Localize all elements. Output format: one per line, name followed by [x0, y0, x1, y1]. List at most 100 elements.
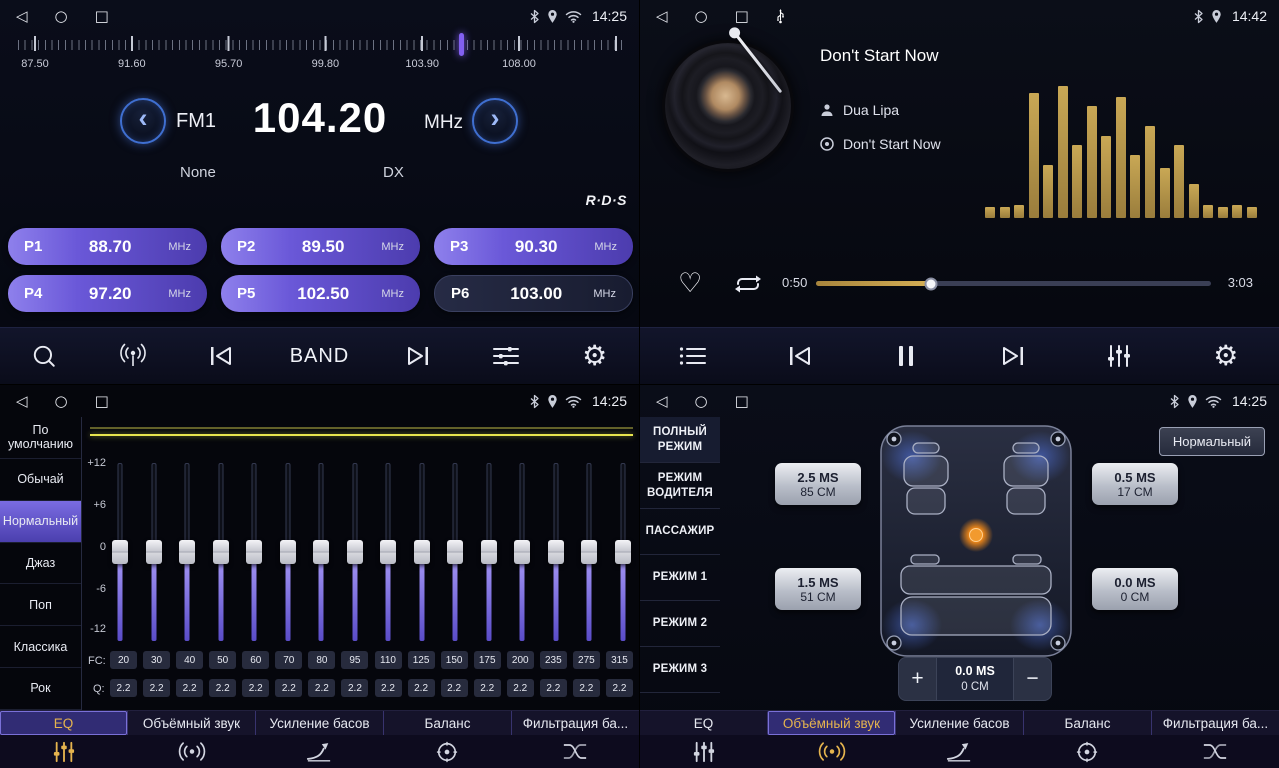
eq-band-slider[interactable] [613, 463, 633, 641]
eq-preset-item[interactable]: Рок [0, 668, 81, 710]
eq-slider-handle[interactable] [179, 540, 195, 564]
back-button[interactable]: ◁ [656, 9, 668, 24]
home-button[interactable]: ○ [695, 9, 708, 24]
surround-sound-icon[interactable] [128, 735, 256, 768]
eq-preset-item[interactable]: Поп [0, 584, 81, 626]
tab-crossover-filter[interactable]: Фильтрация ба... [511, 711, 639, 735]
eq-band-slider[interactable] [412, 463, 432, 641]
eq-band-slider[interactable] [311, 463, 331, 641]
eq-band-slider[interactable] [445, 463, 465, 641]
eq-preset-item[interactable]: Нормальный [0, 501, 81, 543]
bass-boost-icon[interactable] [256, 735, 384, 768]
eq-sliders-icon[interactable] [0, 735, 128, 768]
eq-slider-handle[interactable] [581, 540, 597, 564]
delay-front-right-button[interactable]: 0.5 MS 17 CM [1092, 463, 1178, 505]
balance-icon[interactable] [1023, 735, 1151, 768]
tab-balance[interactable]: Баланс [1023, 711, 1151, 735]
eq-slider-handle[interactable] [246, 540, 262, 564]
playlist-icon[interactable] [673, 345, 713, 367]
eq-slider-handle[interactable] [414, 540, 430, 564]
eq-preset-item[interactable]: Обычай [0, 459, 81, 501]
increase-delay-button[interactable]: + [899, 658, 937, 700]
eq-preset-item[interactable]: Джаз [0, 543, 81, 585]
settings-gear-icon[interactable]: ⚙ [575, 342, 615, 370]
balance-icon[interactable] [383, 735, 511, 768]
previous-track-icon[interactable] [201, 345, 241, 367]
tab-surround-sound[interactable]: Объёмный звук [767, 711, 895, 735]
eq-band-slider[interactable] [244, 463, 264, 641]
sound-mode-item[interactable]: РЕЖИМ 3 [640, 647, 720, 693]
eq-slider-handle[interactable] [112, 540, 128, 564]
eq-slider-handle[interactable] [615, 540, 631, 564]
eq-slider-handle[interactable] [213, 540, 229, 564]
eq-band-slider[interactable] [378, 463, 398, 641]
preset-button-p1[interactable]: P188.70MHz [8, 228, 207, 265]
pause-icon[interactable] [886, 344, 926, 368]
tab-eq[interactable]: EQ [640, 711, 767, 735]
sound-mode-item[interactable]: РЕЖИМ 1 [640, 555, 720, 601]
surround-sound-icon[interactable] [768, 735, 896, 768]
back-button[interactable]: ◁ [16, 394, 28, 409]
recents-button[interactable]: □ [735, 9, 749, 24]
tab-balance[interactable]: Баланс [383, 711, 511, 735]
back-button[interactable]: ◁ [16, 9, 28, 24]
previous-track-icon[interactable] [780, 345, 820, 367]
preset-button-p3[interactable]: P390.30MHz [434, 228, 633, 265]
tab-bass-boost[interactable]: Усиление басов [255, 711, 383, 735]
eq-sliders-icon[interactable] [640, 735, 768, 768]
band-button[interactable]: BAND [290, 345, 350, 368]
eq-band-slider[interactable] [144, 463, 164, 641]
eq-preset-item[interactable]: Классика [0, 626, 81, 668]
eq-slider-handle[interactable] [313, 540, 329, 564]
frequency-ruler[interactable]: 87.5091.6095.7099.80103.90108.00 [18, 36, 622, 80]
eq-preset-item[interactable]: По умолчанию [0, 417, 81, 459]
sound-mode-item[interactable]: ПОЛНЫЙ РЕЖИМ [640, 417, 720, 463]
home-button[interactable]: ○ [55, 394, 68, 409]
tab-bass-boost[interactable]: Усиление басов [895, 711, 1023, 735]
tune-up-button[interactable]: › [472, 98, 518, 144]
crossover-filter-icon[interactable] [1151, 735, 1279, 768]
broadcast-icon[interactable] [113, 343, 153, 369]
eq-slider-handle[interactable] [548, 540, 564, 564]
eq-band-slider[interactable] [177, 463, 197, 641]
recents-button[interactable]: □ [735, 394, 749, 409]
eq-slider-handle[interactable] [447, 540, 463, 564]
preset-button-p6[interactable]: P6103.00MHz [434, 275, 633, 312]
eq-slider-handle[interactable] [481, 540, 497, 564]
home-button[interactable]: ○ [55, 9, 68, 24]
tab-eq[interactable]: EQ [0, 711, 127, 735]
preset-button-p2[interactable]: P289.50MHz [221, 228, 420, 265]
tab-surround-sound[interactable]: Объёмный звук [127, 711, 255, 735]
decrease-delay-button[interactable]: − [1013, 658, 1051, 700]
repeat-icon[interactable] [734, 273, 762, 300]
sound-mode-item[interactable]: РЕЖИМ ВОДИТЕЛЯ [640, 463, 720, 509]
eq-band-slider[interactable] [546, 463, 566, 641]
preset-button-p4[interactable]: P497.20MHz [8, 275, 207, 312]
eq-band-slider[interactable] [211, 463, 231, 641]
delay-rear-right-button[interactable]: 0.0 MS 0 CM [1092, 568, 1178, 610]
eq-slider-handle[interactable] [380, 540, 396, 564]
eq-band-slider[interactable] [345, 463, 365, 641]
crossover-filter-icon[interactable] [511, 735, 639, 768]
bass-boost-icon[interactable] [896, 735, 1024, 768]
eq-slider-handle[interactable] [146, 540, 162, 564]
recents-button[interactable]: □ [95, 9, 109, 24]
home-button[interactable]: ○ [695, 394, 708, 409]
seek-bar[interactable] [816, 281, 1211, 286]
sound-mode-item[interactable]: ПАССАЖИР [640, 509, 720, 555]
eq-band-slider[interactable] [479, 463, 499, 641]
eq-band-slider[interactable] [110, 463, 130, 641]
next-track-icon[interactable] [993, 345, 1033, 367]
tune-down-button[interactable]: ‹ [120, 98, 166, 144]
eq-slider-handle[interactable] [514, 540, 530, 564]
sound-mode-item[interactable]: РЕЖИМ 2 [640, 601, 720, 647]
delay-rear-left-button[interactable]: 1.5 MS 51 CM [775, 568, 861, 610]
audio-settings-icon[interactable] [486, 344, 526, 368]
eq-band-slider[interactable] [278, 463, 298, 641]
progress-thumb[interactable] [924, 277, 937, 290]
search-icon[interactable] [24, 343, 64, 369]
tab-crossover-filter[interactable]: Фильтрация ба... [1151, 711, 1279, 735]
equalizer-icon[interactable] [1099, 344, 1139, 368]
eq-slider-handle[interactable] [280, 540, 296, 564]
delay-front-left-button[interactable]: 2.5 MS 85 CM [775, 463, 861, 505]
